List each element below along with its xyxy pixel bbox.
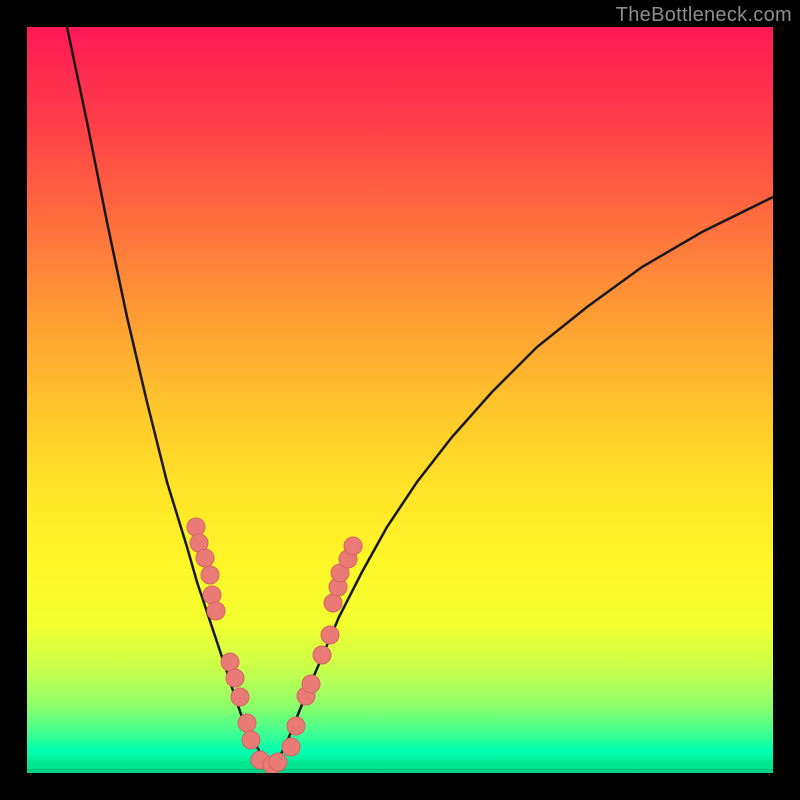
curve-left-branch [67,27,272,767]
scatter-dot [269,753,287,771]
chart-container: TheBottleneck.com [0,0,800,800]
curve-group [67,27,773,767]
scatter-dot [242,731,260,749]
scatter-dot [344,537,362,555]
plot-area [27,27,773,773]
scatter-dot [187,518,205,536]
scatter-dot [324,594,342,612]
scatter-dot [238,714,256,732]
scatter-dot [226,669,244,687]
watermark-text: TheBottleneck.com [616,4,792,27]
scatter-dot [207,602,225,620]
scatter-group [187,518,362,773]
scatter-dot [196,549,214,567]
scatter-dot [287,717,305,735]
scatter-dot [203,586,221,604]
scatter-dot [221,653,239,671]
scatter-dot [313,646,331,664]
chart-svg [27,27,773,773]
curve-right-branch [272,197,773,767]
scatter-dot [321,626,339,644]
scatter-dot [302,675,320,693]
scatter-dot [231,688,249,706]
scatter-dot [282,738,300,756]
scatter-dot [201,566,219,584]
